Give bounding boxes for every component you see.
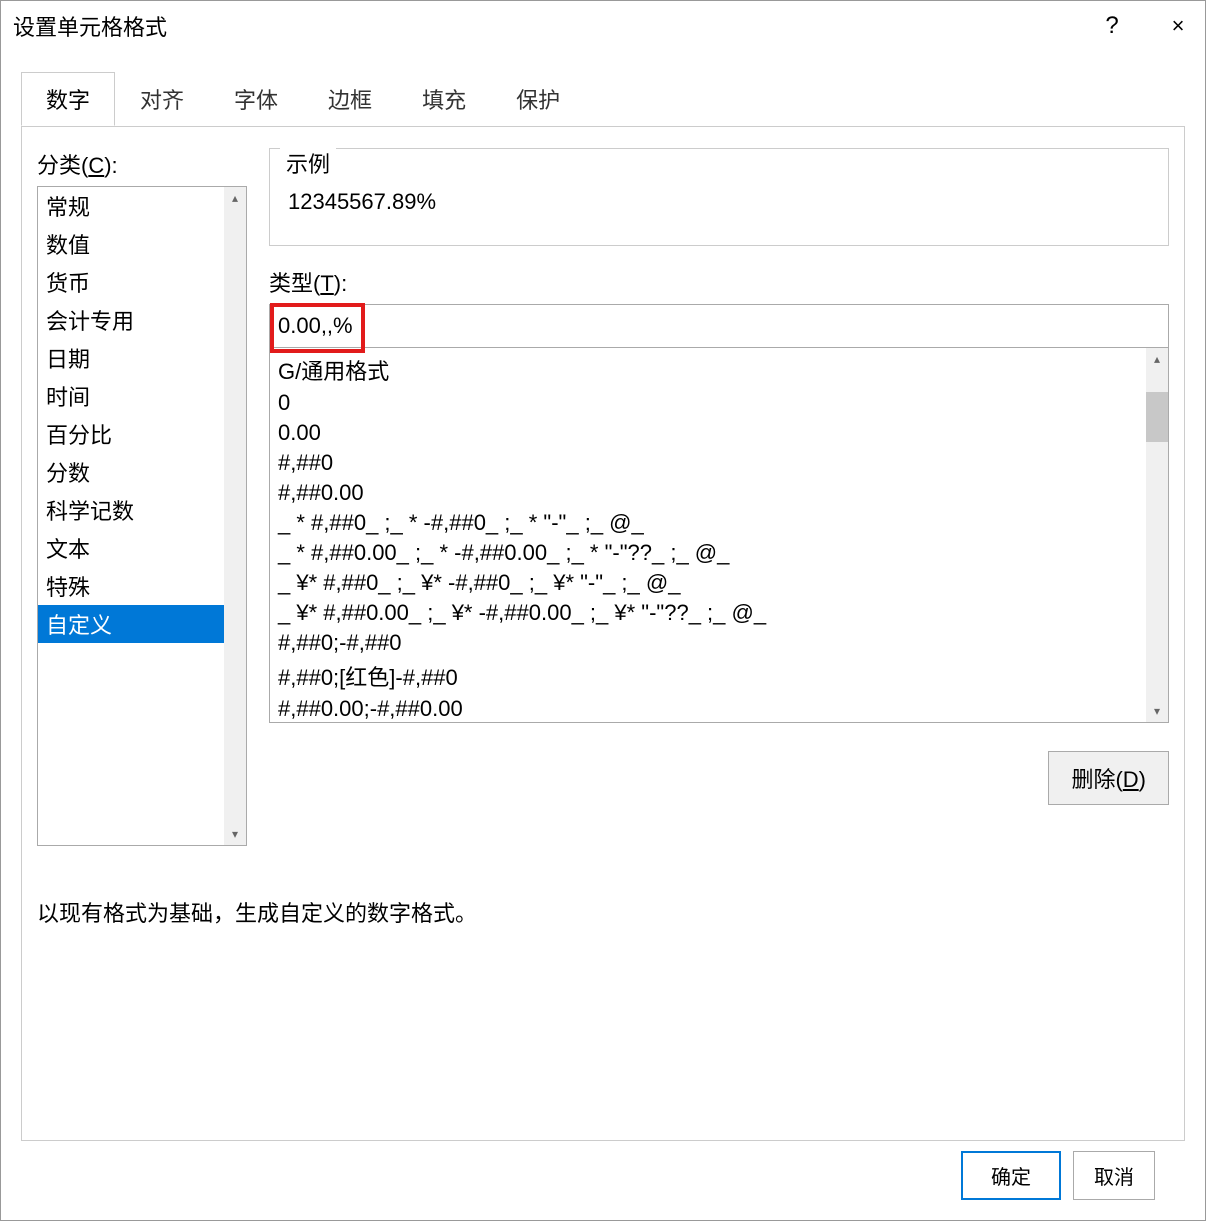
category-scrollbar[interactable]: ▴ ▾: [224, 187, 246, 845]
help-text: 以现有格式为基础，生成自定义的数字格式。: [37, 896, 1169, 928]
dialog-title: 设置单元格格式: [13, 10, 167, 42]
sample-group: 示例 12345567.89%: [269, 148, 1169, 246]
category-item-percentage[interactable]: 百分比: [38, 415, 246, 453]
category-item-time[interactable]: 时间: [38, 377, 246, 415]
format-item[interactable]: #,##0;-#,##0: [278, 628, 1160, 658]
ok-button[interactable]: 确定: [961, 1151, 1061, 1200]
sample-value: 12345567.89%: [288, 189, 1150, 215]
tab-font[interactable]: 字体: [209, 72, 303, 126]
tab-fill[interactable]: 填充: [397, 72, 491, 126]
delete-button[interactable]: 删除(D): [1048, 751, 1169, 805]
format-item[interactable]: _ ¥* #,##0.00_ ;_ ¥* -#,##0.00_ ;_ ¥* "-…: [278, 598, 1160, 628]
format-item[interactable]: _ * #,##0_ ;_ * -#,##0_ ;_ * "-"_ ;_ @_: [278, 508, 1160, 538]
tab-number[interactable]: 数字: [21, 72, 115, 126]
type-label: 类型(T):: [269, 266, 1169, 298]
format-list-inner: G/通用格式 0 0.00 #,##0 #,##0.00 _ * #,##0_ …: [270, 348, 1168, 723]
category-item-custom[interactable]: 自定义: [38, 605, 246, 643]
category-item-accounting[interactable]: 会计专用: [38, 301, 246, 339]
format-item[interactable]: 0.00: [278, 418, 1160, 448]
format-item[interactable]: G/通用格式: [278, 352, 1160, 388]
main-row: 分类(C): 常规 数值 货币 会计专用 日期 时间 百分比 分数 科学记数 文…: [37, 148, 1169, 846]
format-item[interactable]: _ * #,##0.00_ ;_ * -#,##0.00_ ;_ * "-"??…: [278, 538, 1160, 568]
titlebar: 设置单元格格式 ? ×: [1, 1, 1205, 51]
bottom-buttons: 确定 取消: [21, 1141, 1185, 1200]
category-item-general[interactable]: 常规: [38, 187, 246, 225]
format-item[interactable]: _ ¥* #,##0_ ;_ ¥* -#,##0_ ;_ ¥* "-"_ ;_ …: [278, 568, 1160, 598]
format-item[interactable]: #,##0.00;-#,##0.00: [278, 694, 1160, 723]
tab-border[interactable]: 边框: [303, 72, 397, 126]
titlebar-buttons: ? ×: [1097, 12, 1193, 40]
left-col: 分类(C): 常规 数值 货币 会计专用 日期 时间 百分比 分数 科学记数 文…: [37, 148, 247, 846]
scroll-up-icon[interactable]: ▴: [1146, 348, 1168, 370]
category-item-text[interactable]: 文本: [38, 529, 246, 567]
tab-content: 分类(C): 常规 数值 货币 会计专用 日期 时间 百分比 分数 科学记数 文…: [21, 126, 1185, 1141]
tabs: 数字 对齐 字体 边框 填充 保护: [21, 72, 1185, 127]
format-item[interactable]: #,##0.00: [278, 478, 1160, 508]
scroll-down-icon[interactable]: ▾: [224, 823, 246, 845]
category-list[interactable]: 常规 数值 货币 会计专用 日期 时间 百分比 分数 科学记数 文本 特殊 自定…: [37, 186, 247, 846]
category-item-special[interactable]: 特殊: [38, 567, 246, 605]
scroll-down-icon[interactable]: ▾: [1146, 700, 1168, 722]
category-label: 分类(C):: [37, 148, 247, 180]
format-cells-dialog: 设置单元格格式 ? × 数字 对齐 字体 边框 填充 保护 分类(C): 常规: [0, 0, 1206, 1221]
format-list[interactable]: G/通用格式 0 0.00 #,##0 #,##0.00 _ * #,##0_ …: [269, 348, 1169, 723]
content-wrapper: 数字 对齐 字体 边框 填充 保护 分类(C): 常规 数值 货币 会计专用: [1, 51, 1205, 1220]
format-scrollbar[interactable]: ▴ ▾: [1146, 348, 1168, 722]
format-item[interactable]: 0: [278, 388, 1160, 418]
help-button[interactable]: ?: [1097, 12, 1127, 40]
cancel-button[interactable]: 取消: [1073, 1151, 1155, 1200]
close-button[interactable]: ×: [1163, 13, 1193, 39]
category-item-fraction[interactable]: 分数: [38, 453, 246, 491]
tab-protection[interactable]: 保护: [491, 72, 585, 126]
right-col: 示例 12345567.89% 类型(T): G/通用格式 0: [269, 148, 1169, 846]
scroll-thumb[interactable]: [1146, 392, 1168, 442]
type-input[interactable]: [278, 313, 1160, 339]
type-input-wrapper: [269, 304, 1169, 348]
scroll-up-icon[interactable]: ▴: [224, 187, 246, 209]
category-item-date[interactable]: 日期: [38, 339, 246, 377]
format-item[interactable]: #,##0: [278, 448, 1160, 478]
delete-button-row: 删除(D): [269, 751, 1169, 805]
tab-alignment[interactable]: 对齐: [115, 72, 209, 126]
category-item-scientific[interactable]: 科学记数: [38, 491, 246, 529]
category-item-currency[interactable]: 货币: [38, 263, 246, 301]
format-item[interactable]: #,##0;[红色]-#,##0: [278, 658, 1160, 694]
category-item-number[interactable]: 数值: [38, 225, 246, 263]
sample-group-label: 示例: [280, 147, 336, 179]
